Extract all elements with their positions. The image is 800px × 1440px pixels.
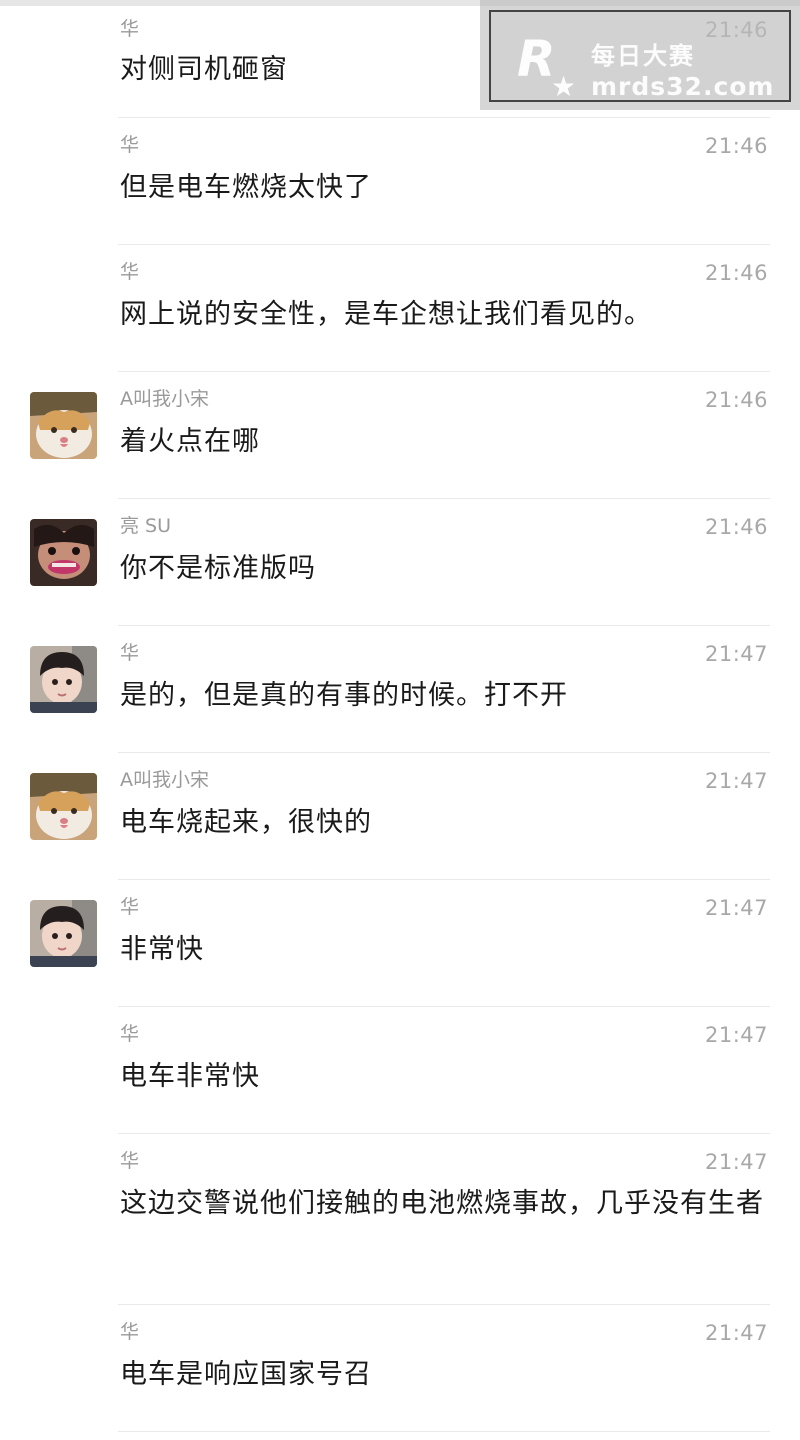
chat-message: 华 21:46 但是电车燃烧太快了	[0, 118, 800, 245]
message-text: 着火点在哪	[120, 426, 260, 457]
message-text: 电车烧起来，很快的	[120, 807, 372, 838]
watermark-title: 每日大赛	[591, 42, 695, 70]
message-time: 21:47	[704, 769, 768, 793]
sender-name: A叫我小宋	[120, 388, 209, 410]
message-time: 21:47	[704, 1321, 768, 1345]
sender-name: 亮 SU	[120, 515, 172, 537]
avatar[interactable]	[30, 392, 97, 459]
watermark-star-icon: ★	[551, 70, 577, 103]
chat-message: 华 21:47 电车非常快	[0, 1007, 800, 1134]
message-text: 非常快	[120, 934, 204, 965]
message-time: 21:47	[704, 1150, 768, 1174]
message-text: 电车非常快	[120, 1061, 260, 1092]
message-time: 21:47	[704, 896, 768, 920]
chat-message: 华 21:46 网上说的安全性，是车企想让我们看见的。	[0, 245, 800, 372]
message-time: 21:47	[704, 1023, 768, 1047]
avatar[interactable]	[30, 646, 97, 713]
sender-name: 华	[120, 896, 140, 918]
avatar[interactable]	[30, 519, 97, 586]
sender-name: A叫我小宋	[120, 769, 209, 791]
watermark-frame: R ★ 每日大赛 mrds32.com	[489, 10, 791, 103]
sender-name: 华	[120, 1023, 140, 1045]
message-time: 21:46	[704, 134, 768, 158]
message-text: 你不是标准版吗	[120, 553, 316, 584]
sender-name: 华	[120, 1321, 140, 1343]
message-text: 电车是响应国家号召	[120, 1359, 372, 1390]
message-time: 21:46	[704, 388, 768, 412]
message-time: 21:46	[704, 261, 768, 285]
chat-message: A叫我小宋 21:46 着火点在哪	[0, 372, 800, 499]
avatar[interactable]	[30, 773, 97, 840]
message-time: 21:46	[704, 515, 768, 539]
message-text: 这边交警说他们接触的电池燃烧事故，几乎没有生者	[120, 1188, 764, 1219]
message-time: 21:47	[704, 642, 768, 666]
chat-message: 亮 SU 21:46 你不是标准版吗	[0, 499, 800, 626]
sender-name: 华	[120, 134, 140, 156]
chat-message: 华 21:47 非常快	[0, 880, 800, 1007]
chat-message: 华 21:47 这边交警说他们接触的电池燃烧事故，几乎没有生者	[0, 1134, 800, 1305]
watermark-logo-letter: R	[517, 30, 556, 88]
chat-message: 华 21:47 电车是响应国家号召	[0, 1305, 800, 1432]
sender-name: 华	[120, 18, 140, 40]
avatar[interactable]	[30, 900, 97, 967]
message-text: 但是电车燃烧太快了	[120, 172, 372, 203]
message-text: 网上说的安全性，是车企想让我们看见的。	[120, 299, 652, 330]
watermark: R ★ 每日大赛 mrds32.com	[480, 0, 800, 110]
sender-name: 华	[120, 642, 140, 664]
sender-name: 华	[120, 1150, 140, 1172]
message-divider	[118, 1431, 770, 1432]
sender-name: 华	[120, 261, 140, 283]
chat-message: 华 21:47 是的，但是真的有事的时候。打不开	[0, 626, 800, 753]
message-text: 是的，但是真的有事的时候。打不开	[120, 680, 568, 711]
chat-message: A叫我小宋 21:47 电车烧起来，很快的	[0, 753, 800, 880]
watermark-url: mrds32.com	[591, 72, 775, 101]
chat-message-list: 华21:46对侧司机砸窗华21:46但是电车燃烧太快了华21:46网上说的安全性…	[0, 0, 800, 1440]
